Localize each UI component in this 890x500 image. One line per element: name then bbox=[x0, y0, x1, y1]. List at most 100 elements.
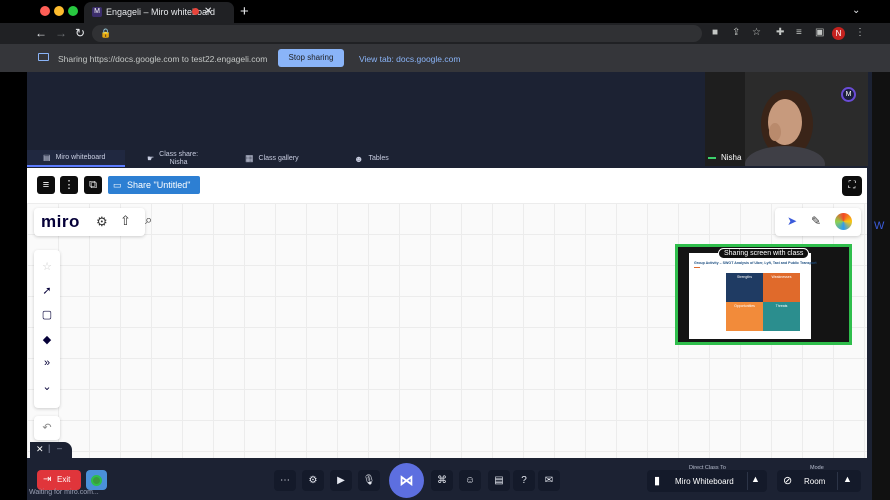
browser-tab[interactable]: M Engageli – Miro whiteboard ✕ bbox=[84, 2, 234, 23]
select-arrow-icon[interactable]: ➚ bbox=[34, 284, 60, 297]
left-edge bbox=[0, 72, 27, 500]
shapes-icon[interactable]: ◆ bbox=[34, 333, 60, 346]
notes-button[interactable]: ▤ bbox=[488, 470, 510, 491]
tab-sublabel: Nisha bbox=[169, 158, 188, 166]
status-indicator-icon bbox=[91, 475, 102, 486]
media-icon[interactable]: ≡ bbox=[796, 27, 802, 38]
browser-tab-bar: M Engageli – Miro whiteboard ✕ + ⌄ bbox=[0, 0, 890, 23]
divider bbox=[837, 472, 838, 490]
pin-toggle[interactable]: ✕ | – bbox=[30, 442, 72, 458]
chevron-up-icon[interactable]: ▲ bbox=[843, 474, 852, 484]
divider bbox=[747, 472, 748, 490]
upload-icon[interactable]: ⇧ bbox=[120, 213, 131, 229]
new-tab-button[interactable]: + bbox=[240, 3, 249, 20]
tab-tables[interactable]: ☻ Tables bbox=[354, 150, 424, 167]
swot-strengths: Strengths bbox=[726, 273, 763, 302]
open-external-button[interactable]: ⧉ bbox=[84, 176, 102, 194]
chevron-up-icon[interactable]: ▲ bbox=[751, 474, 760, 484]
settings-button[interactable]: ⚙ bbox=[302, 470, 324, 491]
recording-icon bbox=[192, 8, 199, 15]
tab-search-icon[interactable]: ⌄ bbox=[852, 5, 860, 16]
mode-label: Mode bbox=[810, 465, 824, 471]
share-icon[interactable]: ⇪ bbox=[732, 27, 740, 38]
sidebar-icon[interactable]: ▣ bbox=[815, 27, 824, 38]
chat-button[interactable]: ✉ bbox=[538, 470, 560, 491]
reactions-icon[interactable]: ✎ bbox=[811, 214, 821, 228]
stop-sharing-button[interactable]: Stop sharing bbox=[278, 49, 344, 67]
shared-screen-preview[interactable]: Group Activity – SWOT Analysis of Uber, … bbox=[675, 244, 852, 345]
whiteboard-icon: ▤ bbox=[43, 153, 51, 162]
lock-icon: 🔒 bbox=[100, 28, 112, 38]
close-window-icon[interactable] bbox=[40, 6, 50, 16]
tables-icon: ☻ bbox=[354, 153, 364, 164]
bookmark-star-icon[interactable]: ☆ bbox=[752, 27, 761, 38]
status-button[interactable] bbox=[86, 470, 107, 490]
tab-label: Class share: bbox=[159, 150, 199, 158]
reactions-button[interactable]: ☺ bbox=[459, 470, 481, 491]
miro-logo: miro bbox=[41, 212, 80, 231]
pointer-icon: ☛ bbox=[147, 154, 155, 163]
miro-whiteboard: ≡ ⋮ ⧉ ▭ Share "Untitled" ⛶ miro ⚙ ⇧ ⌕ ➤ … bbox=[27, 168, 867, 458]
tab-class-gallery[interactable]: ▦ Class gallery bbox=[245, 150, 325, 167]
direct-class-label: Direct Class To bbox=[689, 465, 726, 471]
engageli-main-button[interactable]: ⋈ bbox=[389, 463, 424, 498]
microphone-button[interactable]: 🎙 bbox=[358, 470, 380, 491]
menu-button[interactable]: ≡ bbox=[37, 176, 55, 194]
address-bar: ← → ↻ 🔒 ■ ⇪ ☆ ✚ ≡ ▣ N ⋮ bbox=[0, 23, 890, 44]
collapse-icon: – bbox=[57, 443, 63, 453]
maximize-window-icon[interactable] bbox=[68, 6, 78, 16]
expand-toolbar-icon[interactable]: ⌄ bbox=[34, 380, 60, 393]
collaboration-tools: ➤ ✎ bbox=[775, 208, 861, 236]
user-avatar-icon[interactable] bbox=[835, 213, 852, 230]
participant-video[interactable] bbox=[705, 72, 868, 166]
close-tab-icon[interactable]: ✕ bbox=[204, 6, 212, 17]
minimize-window-icon[interactable] bbox=[54, 6, 64, 16]
classroom-tabs: ▤ Miro whiteboard ☛ Class share: Nisha ▦… bbox=[27, 150, 705, 167]
fullscreen-button[interactable]: ⛶ bbox=[842, 176, 862, 196]
swot-threats: Threats bbox=[763, 302, 800, 331]
engageli-logo-icon: M bbox=[841, 87, 856, 102]
mode-value: Room bbox=[804, 477, 826, 486]
tab-label: Class gallery bbox=[258, 155, 299, 162]
pin-icon: ✕ bbox=[36, 444, 44, 454]
more-options-button[interactable]: ⋮ bbox=[60, 176, 78, 194]
search-icon[interactable]: ⌕ bbox=[145, 212, 152, 228]
camera-button[interactable]: ▶ bbox=[330, 470, 352, 491]
reload-icon[interactable]: ↻ bbox=[75, 26, 85, 40]
miro-toolbar: ☆ ➚ ▢ ◆ » ⌄ bbox=[34, 250, 60, 408]
engageli-favicon-icon: M bbox=[92, 7, 102, 17]
back-icon[interactable]: ← bbox=[35, 26, 47, 40]
view-tab-link[interactable]: View tab: docs.google.com bbox=[359, 54, 460, 64]
tab-class-share[interactable]: ☛ Class share: Nisha bbox=[147, 150, 225, 167]
breakout-button[interactable]: ⌘ bbox=[431, 470, 453, 491]
exit-button[interactable]: ⇥ Exit bbox=[37, 470, 81, 490]
profile-avatar[interactable]: N bbox=[832, 27, 845, 40]
forward-icon[interactable]: → bbox=[55, 26, 67, 40]
extensions-icon[interactable]: ✚ bbox=[776, 27, 784, 38]
cursor-arrow-icon[interactable]: ➤ bbox=[787, 214, 797, 228]
partial-link: W bbox=[874, 220, 885, 232]
exit-icon: ⇥ bbox=[43, 474, 52, 485]
participant-name: Nisha bbox=[721, 153, 742, 162]
sharing-screen-label: Sharing screen with class bbox=[718, 248, 810, 259]
share-board-button[interactable]: ▭ Share "Untitled" bbox=[108, 176, 200, 194]
exit-label: Exit bbox=[57, 475, 71, 484]
tab-label: Miro whiteboard bbox=[55, 154, 106, 161]
settings-icon[interactable]: ⚙ bbox=[96, 214, 108, 230]
templates-icon[interactable]: ☆ bbox=[34, 260, 60, 273]
more-button[interactable]: ⋯ bbox=[274, 470, 296, 491]
undo-button[interactable]: ↶ bbox=[34, 416, 60, 440]
sharing-status-text: Sharing https://docs.google.com to test2… bbox=[58, 54, 268, 64]
question-button[interactable]: ? bbox=[513, 470, 535, 491]
menu-icon[interactable]: ⋮ bbox=[855, 27, 865, 38]
audio-level-icon bbox=[708, 157, 716, 159]
tab-miro-whiteboard[interactable]: ▤ Miro whiteboard bbox=[27, 150, 125, 167]
camera-icon[interactable]: ■ bbox=[712, 27, 718, 38]
more-tools-icon[interactable]: » bbox=[34, 357, 60, 369]
mode-icon: ⊘ bbox=[783, 475, 793, 487]
title-underline bbox=[694, 267, 700, 268]
tab-label: Tables bbox=[368, 155, 389, 162]
url-input[interactable]: 🔒 bbox=[92, 25, 702, 42]
screen-share-bar: Sharing https://docs.google.com to test2… bbox=[0, 44, 890, 72]
sticky-note-icon[interactable]: ▢ bbox=[34, 308, 60, 321]
